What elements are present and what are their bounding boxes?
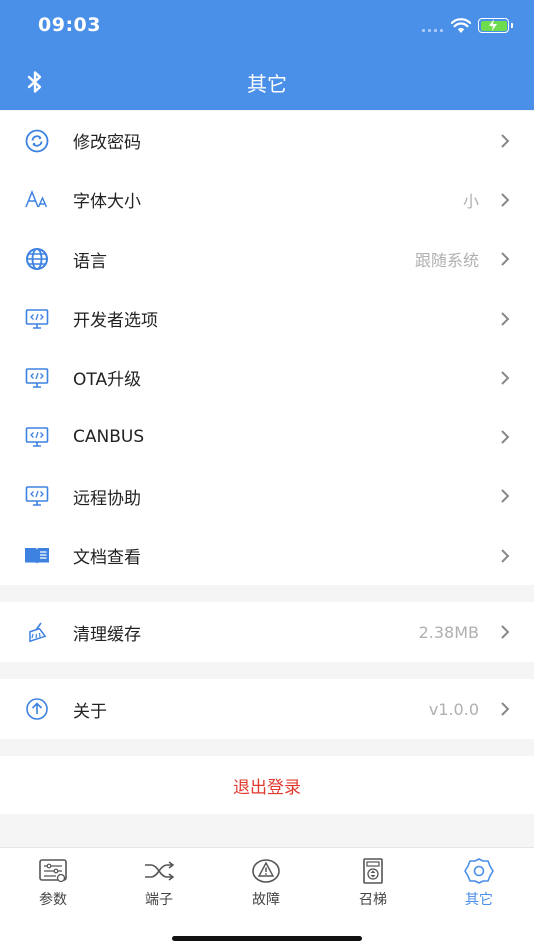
menu-item-ota-upgrade[interactable]: OTA升级 (0, 348, 534, 407)
menu-item-label: 字体大小 (73, 192, 141, 213)
menu-item-value: 小 (462, 191, 479, 211)
chevron-right-icon (501, 371, 510, 385)
upload-circle-icon (24, 696, 50, 722)
tab-params[interactable]: 参数 (0, 856, 106, 909)
wifi-icon (451, 18, 471, 33)
menu-item-label: 清理缓存 (73, 624, 141, 645)
menu-item-label: 语言 (73, 251, 107, 272)
menu-item-label: OTA升级 (73, 370, 142, 391)
menu-item-label: 远程协助 (73, 488, 141, 509)
tab-label: 端子 (145, 892, 173, 908)
params-icon (0, 856, 106, 886)
status-time: 09:03 (38, 14, 101, 36)
menu-item-documents[interactable]: 文档查看 (0, 526, 534, 585)
chevron-right-icon (501, 702, 510, 716)
font-size-icon (24, 187, 50, 213)
navigation-bar: 其它 (0, 54, 534, 110)
code-monitor-icon (24, 424, 50, 450)
menu-item-label: 开发者选项 (73, 311, 158, 332)
page-title: 其它 (247, 72, 287, 96)
chevron-right-icon (501, 489, 510, 504)
cache-section: 清理缓存 2.38MB (0, 602, 534, 662)
logout-button[interactable]: 退出登录 (0, 756, 534, 814)
sync-lock-icon (24, 128, 50, 154)
menu-item-developer-options[interactable]: 开发者选项 (0, 289, 534, 348)
chevron-right-icon (501, 311, 510, 326)
code-monitor-icon (24, 306, 50, 332)
menu-item-label: 关于 (73, 701, 107, 722)
home-indicator (172, 936, 362, 941)
code-monitor-icon (24, 483, 50, 509)
tab-label: 故障 (252, 892, 280, 908)
battery-icon (478, 18, 513, 33)
tab-label: 其它 (465, 892, 493, 908)
tab-label: 召梯 (359, 892, 387, 908)
chevron-right-icon (501, 549, 510, 563)
tab-fault[interactable]: 故障 (213, 856, 319, 909)
fault-icon (213, 856, 319, 886)
globe-icon (24, 246, 50, 272)
tab-bar: 参数 端子 故障 召梯 其它 (0, 847, 534, 950)
menu-item-label: CANBUS (73, 427, 145, 448)
menu-item-clear-cache[interactable]: 清理缓存 2.38MB (0, 602, 534, 662)
menu-item-change-password[interactable]: 修改密码 (0, 111, 534, 170)
menu-item-remote-assist[interactable]: 远程协助 (0, 467, 534, 526)
tab-elevator-call[interactable]: 召梯 (320, 856, 426, 909)
terminal-icon (106, 856, 212, 886)
broom-icon (24, 619, 50, 645)
tab-terminal[interactable]: 端子 (106, 856, 212, 909)
cellular-signal-icon (422, 29, 443, 32)
menu-item-font-size[interactable]: 字体大小 小 (0, 170, 534, 229)
menu-item-label: 文档查看 (73, 548, 141, 569)
elevator-call-icon (320, 856, 426, 886)
settings-list: 修改密码 字体大小 小 语言 跟随系统 开发者选项 OTA升级 CANBUS 远… (0, 111, 534, 586)
chevron-right-icon (501, 193, 510, 207)
about-section: 关于 v1.0.0 (0, 679, 534, 739)
menu-item-value: 跟随系统 (414, 251, 479, 271)
settings-icon (426, 856, 532, 886)
tab-label: 参数 (39, 892, 67, 908)
chevron-right-icon (501, 133, 510, 148)
menu-item-language[interactable]: 语言 跟随系统 (0, 230, 534, 289)
menu-item-about[interactable]: 关于 v1.0.0 (0, 679, 534, 739)
menu-item-canbus[interactable]: CANBUS (0, 407, 534, 466)
book-icon (24, 543, 50, 569)
tab-other[interactable]: 其它 (426, 856, 532, 909)
menu-item-label: 修改密码 (73, 133, 141, 154)
chevron-right-icon (501, 252, 510, 266)
chevron-right-icon (501, 430, 510, 444)
chevron-right-icon (501, 625, 510, 639)
version-value: v1.0.0 (428, 699, 479, 719)
code-monitor-icon (24, 365, 50, 391)
cache-size-value: 2.38MB (418, 622, 479, 642)
status-bar: 09:03 (0, 0, 534, 54)
